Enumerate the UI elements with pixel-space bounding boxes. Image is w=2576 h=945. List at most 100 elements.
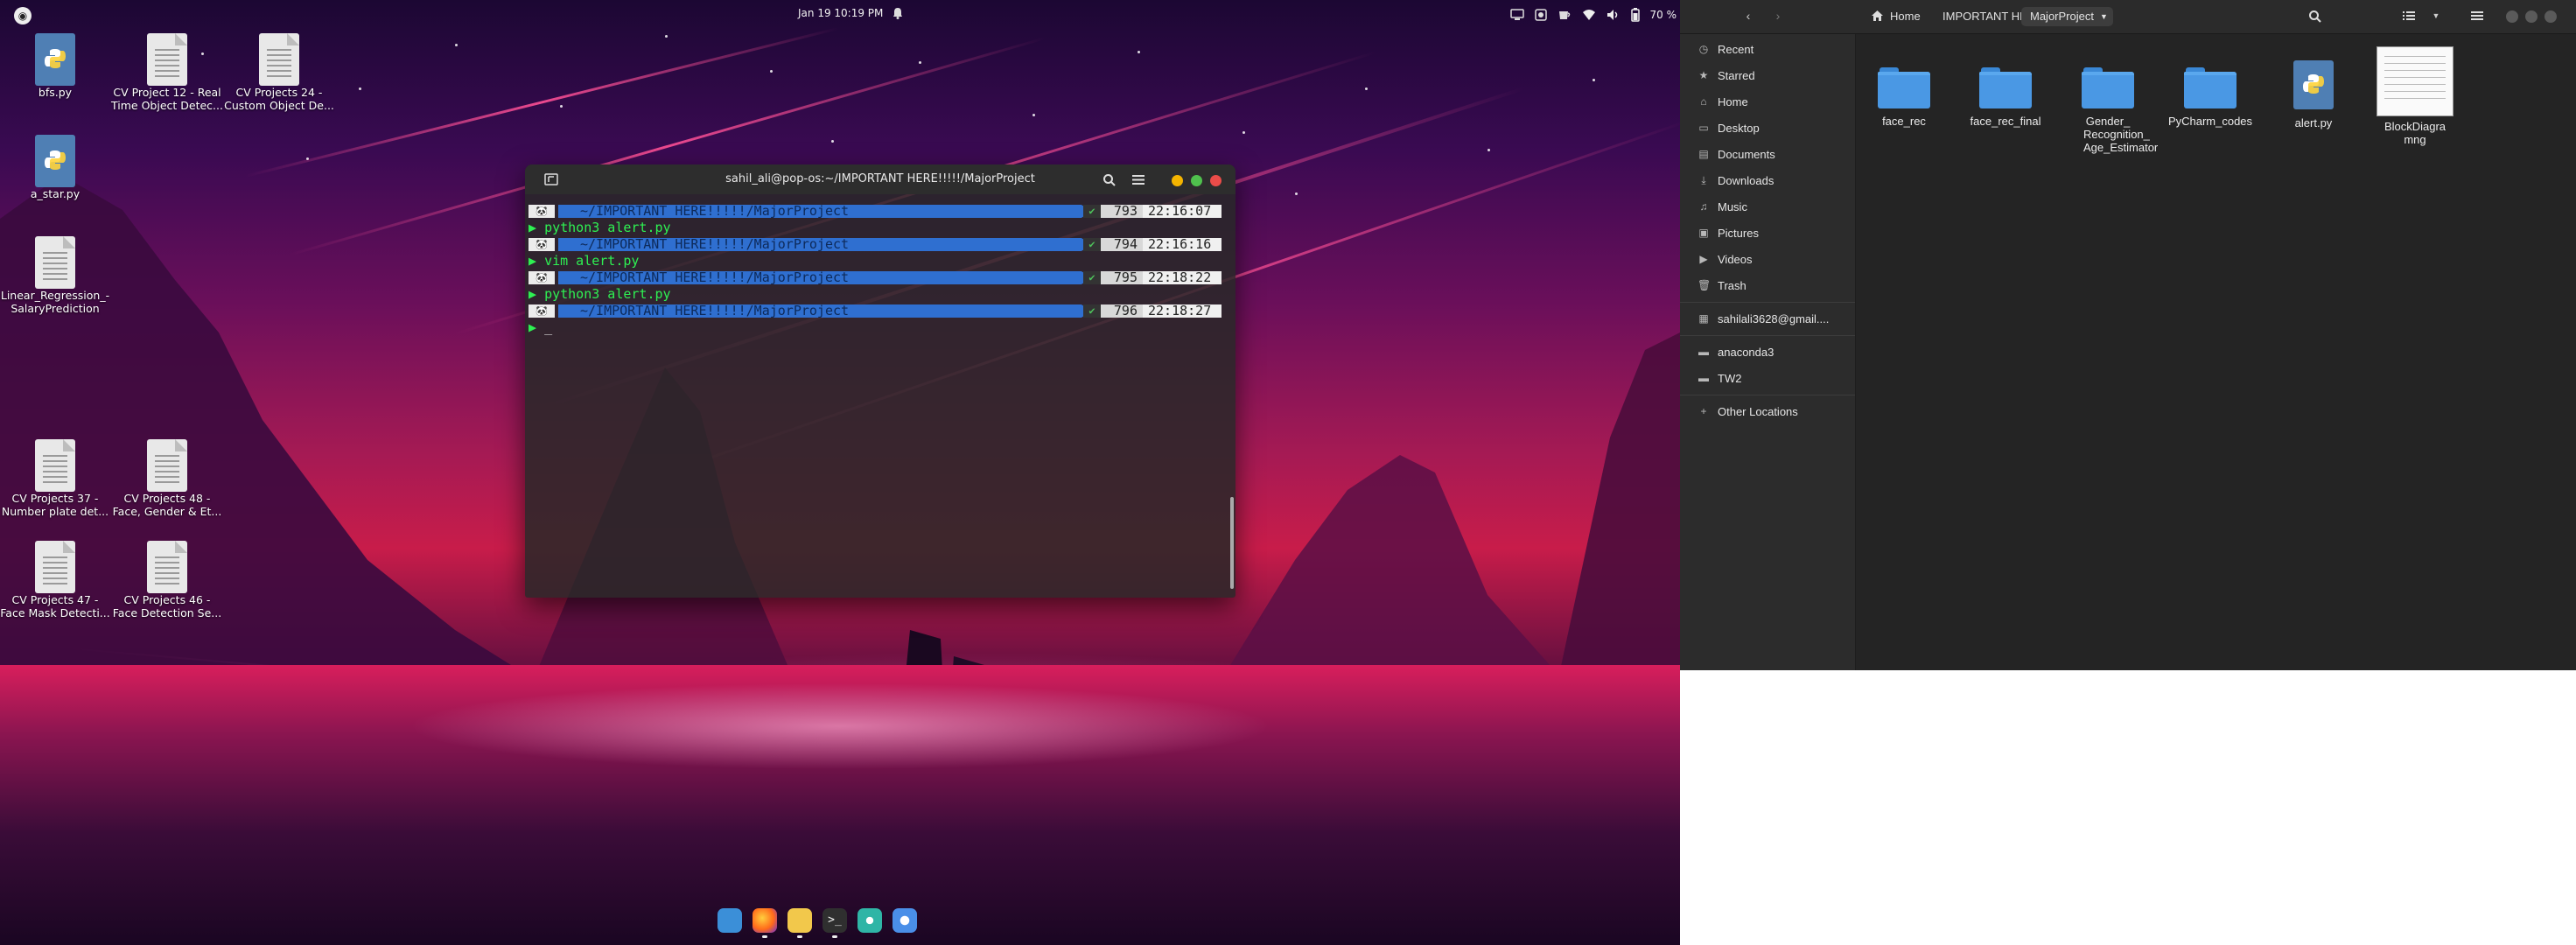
date-time[interactable]: Jan 19 10:19 PM (798, 7, 883, 19)
sidebar-item-account[interactable]: ▦ sahilali3628@gmail.... (1680, 305, 1855, 332)
notification-bell-icon[interactable] (891, 6, 905, 20)
sidebar-item-documents[interactable]: ▤ Documents (1680, 141, 1855, 167)
document-icon (35, 236, 75, 289)
desktop-icon: ▭ (1698, 122, 1709, 134)
folder-icon (2082, 66, 2134, 108)
image-thumbnail (2376, 46, 2454, 116)
battery-percent[interactable]: 70 % (1650, 9, 1677, 21)
document-icon (147, 541, 187, 593)
desktop-icon-astar[interactable]: a_star.py (0, 135, 112, 200)
files-window[interactable]: ‹ › Home IMPORTANT HERE!!!!! MajorProjec… (1680, 0, 2576, 670)
sidebar-item-tw2[interactable]: ▬ TW2 (1680, 365, 1855, 391)
breadcrumb-majorproject[interactable]: MajorProject ▼ (2021, 7, 2113, 26)
menu-icon[interactable] (1132, 174, 1144, 186)
list-view-icon[interactable] (2403, 10, 2415, 21)
file-blockdiagram[interactable]: BlockDiagramng (2367, 46, 2463, 146)
desktop-icon-cv37[interactable]: CV Projects 37 - Number plate det... (0, 439, 112, 518)
prompt-line: 🐼 ~/IMPORTANT HERE!!!!!/MajorProject ✔ 7… (525, 203, 1227, 220)
battery-icon[interactable] (1630, 8, 1640, 22)
sidebar-item-music[interactable]: ♫ Music (1680, 193, 1855, 220)
back-button[interactable]: ‹ (1741, 9, 1755, 23)
sidebar-item-downloads[interactable]: ⤓ Downloads (1680, 167, 1855, 193)
terminal-scrollbar[interactable] (1230, 497, 1234, 589)
prompt-line: 🐼 ~/IMPORTANT HERE!!!!!/MajorProject ✔ 7… (525, 236, 1227, 253)
folder-face-rec-final[interactable]: face_rec_final (1957, 66, 2054, 128)
sidebar-item-pictures[interactable]: ▣ Pictures (1680, 220, 1855, 246)
python-file-icon (35, 33, 75, 86)
activities-logo-icon[interactable]: ◉ (14, 7, 32, 24)
screen-share-icon[interactable] (1509, 9, 1524, 21)
sidebar-item-desktop[interactable]: ▭ Desktop (1680, 115, 1855, 141)
folder-icon (1979, 66, 2032, 108)
folder-pycharm-codes[interactable]: PyCharm_codes (2162, 66, 2258, 128)
os-segment: 🐼 (528, 271, 555, 284)
record-icon[interactable] (1534, 9, 1547, 21)
desktop-icon-bfs[interactable]: bfs.py (0, 33, 112, 99)
folder-gender-recognition[interactable]: Gender_ Recognition_ Age_Estimator (2060, 66, 2158, 154)
folder-face-rec[interactable]: face_rec (1856, 66, 1952, 128)
desktop-icon-linreg[interactable]: Linear_Regression_-SalaryPrediction (0, 236, 112, 315)
prompt-line: 🐼 ~/IMPORTANT HERE!!!!!/MajorProject ✔ 7… (525, 270, 1227, 286)
success-check-icon: ✔ (1083, 304, 1101, 318)
home-icon: ⌂ (1700, 95, 1707, 108)
folder-icon: ▬ (1698, 346, 1709, 358)
text-cursor: _ (544, 319, 553, 335)
forward-button[interactable]: › (1771, 9, 1785, 23)
chevron-down-icon: ▼ (2100, 12, 2108, 21)
folder-icon (2184, 66, 2236, 108)
search-icon[interactable] (2308, 10, 2322, 24)
command-line: ▶ _ (528, 319, 553, 335)
terminal-output[interactable]: 🐼 ~/IMPORTANT HERE!!!!!/MajorProject ✔ 7… (525, 203, 1227, 598)
search-icon[interactable] (1102, 173, 1116, 187)
document-icon (259, 33, 299, 86)
desktop-icon-cv46[interactable]: CV Projects 46 - Face Detection Se... (110, 541, 224, 620)
sidebar-item-videos[interactable]: ▶ Videos (1680, 246, 1855, 272)
sidebar-item-home[interactable]: ⌂ Home (1680, 88, 1855, 115)
pictures-icon: ▣ (1698, 227, 1709, 239)
sidebar-item-anaconda3[interactable]: ▬ anaconda3 (1680, 339, 1855, 365)
download-icon: ⤓ (1701, 174, 1706, 186)
files-icon[interactable] (788, 908, 812, 938)
view-options-chevron-icon[interactable]: ▼ (2429, 9, 2443, 23)
desktop-icon-cv24[interactable]: CV Projects 24 - Custom Object De... (222, 33, 336, 112)
documents-icon: ▤ (1698, 148, 1709, 160)
desktop-icon-cv47[interactable]: CV Projects 47 - Face Mask Detecti... (0, 541, 112, 620)
path-segment: ~/IMPORTANT HERE!!!!!/MajorProject (558, 238, 1092, 251)
app-center-icon[interactable] (718, 908, 742, 933)
sidebar-item-trash[interactable]: 🗑 Trash (1680, 272, 1855, 298)
desktop-icon-cv12[interactable]: CV Project 12 - Real Time Object Detec..… (110, 33, 224, 112)
close-button[interactable] (1210, 175, 1222, 186)
terminal-icon[interactable]: >_ (822, 908, 847, 938)
volume-icon[interactable] (1606, 9, 1620, 21)
home-icon (1872, 10, 1883, 21)
wifi-icon[interactable] (1582, 9, 1596, 21)
hamburger-menu-icon[interactable] (2471, 10, 2483, 21)
updater-icon[interactable] (858, 908, 882, 933)
os-segment: 🐼 (528, 238, 555, 251)
terminal-window[interactable]: sahil_ali@pop-os:~/IMPORTANT HERE!!!!!/M… (525, 164, 1236, 598)
minimize-button[interactable] (1172, 175, 1183, 186)
terminal-titlebar[interactable]: sahil_ali@pop-os:~/IMPORTANT HERE!!!!!/M… (525, 164, 1236, 194)
chrome-icon[interactable] (892, 908, 917, 933)
firefox-icon[interactable] (752, 908, 777, 938)
cup-icon[interactable] (1558, 9, 1572, 21)
command-line: ▶ python3 alert.py (528, 220, 671, 235)
maximize-button[interactable] (1191, 175, 1202, 186)
breadcrumb-home[interactable]: Home (1890, 7, 1921, 26)
desktop-icon-cv48[interactable]: CV Projects 48 - Face, Gender & Et... (110, 439, 224, 518)
dock: >_ (718, 908, 917, 940)
success-check-icon: ✔ (1083, 271, 1101, 284)
python-file-icon (35, 135, 75, 187)
maximize-button[interactable] (2525, 10, 2538, 23)
music-icon: ♫ (1699, 200, 1708, 213)
sidebar-item-recent[interactable]: ◷ Recent (1680, 36, 1855, 62)
file-alert-py[interactable]: alert.py (2265, 60, 2362, 130)
document-icon (147, 439, 187, 492)
os-segment: 🐼 (528, 205, 555, 218)
close-button[interactable] (2544, 10, 2557, 23)
success-check-icon: ✔ (1083, 238, 1101, 251)
sidebar-item-starred[interactable]: ★ Starred (1680, 62, 1855, 88)
minimize-button[interactable] (2506, 10, 2518, 23)
files-headerbar: ‹ › Home IMPORTANT HERE!!!!! MajorProjec… (1680, 0, 2576, 34)
sidebar-item-other-locations[interactable]: + Other Locations (1680, 398, 1855, 424)
